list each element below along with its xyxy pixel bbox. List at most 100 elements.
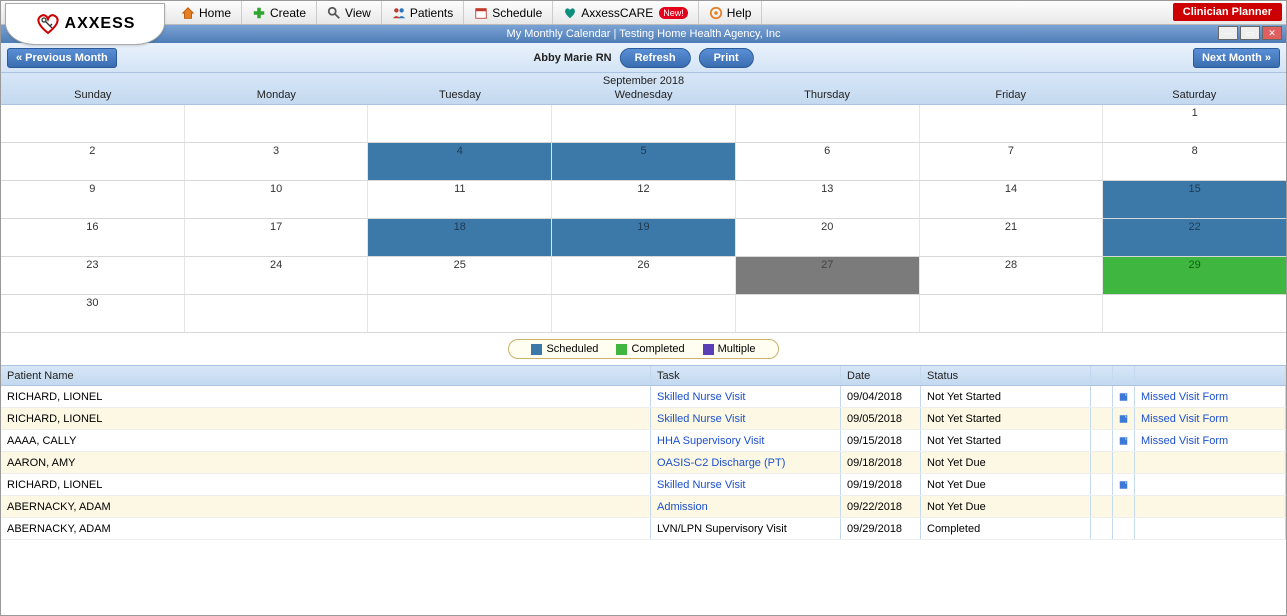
sticky-note-icon [1119,435,1128,447]
day-number: 25 [454,259,466,271]
menu-create[interactable]: Create [242,1,317,24]
cell-date: 09/18/2018 [841,452,921,473]
search-icon [327,6,341,20]
calendar-cell[interactable]: 13 [736,181,920,218]
close-button[interactable]: ✕ [1262,26,1282,40]
cell-note[interactable] [1113,474,1135,495]
calendar-cell[interactable]: 30 [1,295,185,332]
day-number: 20 [821,221,833,233]
cell-note[interactable] [1113,386,1135,407]
calendar-cell[interactable]: 10 [185,181,369,218]
menu-help[interactable]: Help [699,1,763,24]
calendar-cell[interactable]: 3 [185,143,369,180]
brand-text: AXXESS [65,15,136,33]
th-status[interactable]: Status [921,366,1091,385]
day-header: Monday [185,87,369,103]
calendar-cell[interactable]: 11 [368,181,552,218]
cell-status: Not Yet Due [921,452,1091,473]
cell-form-link[interactable]: Missed Visit Form [1141,391,1228,403]
calendar-cell[interactable]: 6 [736,143,920,180]
calendar-cell[interactable]: 14 [920,181,1104,218]
visits-table: Patient Name Task Date Status RICHARD, L… [1,365,1286,540]
calendar-cell[interactable]: 2 [1,143,185,180]
cell-action1 [1091,518,1113,539]
calendar-cell[interactable]: 17 [185,219,369,256]
th-task[interactable]: Task [651,366,841,385]
calendar-cell[interactable]: 18 [368,219,552,256]
cell-task: Skilled Nurse Visit [651,408,841,429]
cell-task: HHA Supervisory Visit [651,430,841,451]
swatch-scheduled [531,344,542,355]
day-number: 9 [89,183,95,195]
menu-view[interactable]: View [317,1,382,24]
calendar-cell[interactable]: 24 [185,257,369,294]
print-button[interactable]: Print [699,48,754,68]
calendar-cell[interactable]: 8 [1103,143,1286,180]
cell-patient: RICHARD, LIONEL [1,408,651,429]
cell-task-link[interactable]: Admission [657,501,708,513]
day-number: 30 [86,297,98,309]
menu-home[interactable]: Home [171,1,242,24]
calendar-cell[interactable]: 26 [552,257,736,294]
calendar-toolbar: « Previous Month Abby Marie RN Refresh P… [1,43,1286,73]
maximize-button[interactable]: ▭ [1240,26,1260,40]
day-number: 3 [273,145,279,157]
day-number: 5 [640,145,646,157]
minimize-button[interactable]: — [1218,26,1238,40]
cell-note [1113,518,1135,539]
calendar-cell[interactable]: 16 [1,219,185,256]
user-label: Abby Marie RN [533,52,611,64]
day-number: 18 [454,221,466,233]
prev-month-button[interactable]: « Previous Month [7,48,117,68]
cell-form: Missed Visit Form [1135,430,1286,451]
cell-form-link[interactable]: Missed Visit Form [1141,435,1228,447]
calendar-cell [736,105,920,142]
cell-task-link[interactable]: Skilled Nurse Visit [657,479,745,491]
calendar-cell[interactable]: 23 [1,257,185,294]
cell-task: Skilled Nurse Visit [651,386,841,407]
cell-date: 09/04/2018 [841,386,921,407]
refresh-button[interactable]: Refresh [620,48,691,68]
next-month-button[interactable]: Next Month » [1193,48,1280,68]
brand-logo: AXXESS [5,3,165,45]
calendar-cell[interactable]: 29 [1103,257,1286,294]
cell-task: LVN/LPN Supervisory Visit [651,518,841,539]
calendar-cell[interactable]: 19 [552,219,736,256]
cell-note[interactable] [1113,408,1135,429]
calendar-cell[interactable]: 4 [368,143,552,180]
top-menu-bar: AXXESS Home Create View Patients Schedul… [1,1,1286,25]
calendar-cell[interactable]: 27 [736,257,920,294]
calendar-cell[interactable]: 20 [736,219,920,256]
calendar-cell[interactable]: 22 [1103,219,1286,256]
cell-patient: RICHARD, LIONEL [1,474,651,495]
calendar-cell[interactable]: 1 [1103,105,1286,142]
cell-form-link[interactable]: Missed Visit Form [1141,413,1228,425]
calendar-cell[interactable]: 25 [368,257,552,294]
calendar-cell[interactable]: 28 [920,257,1104,294]
day-number: 23 [86,259,98,271]
cell-form: Missed Visit Form [1135,408,1286,429]
calendar-cell[interactable]: 12 [552,181,736,218]
day-number: 27 [821,259,833,271]
th-patient[interactable]: Patient Name [1,366,651,385]
cell-note[interactable] [1113,430,1135,451]
cell-note [1113,496,1135,517]
cell-action1 [1091,452,1113,473]
calendar-cell[interactable]: 21 [920,219,1104,256]
cell-task-link[interactable]: Skilled Nurse Visit [657,413,745,425]
menu-axxesscare[interactable]: AxxessCARENew! [553,1,699,24]
cell-task-link[interactable]: OASIS-C2 Discharge (PT) [657,457,785,469]
clinician-planner-button[interactable]: Clinician Planner [1173,3,1282,21]
calendar-cell[interactable]: 15 [1103,181,1286,218]
menu-schedule[interactable]: Schedule [464,1,553,24]
calendar-cell[interactable]: 7 [920,143,1104,180]
cell-task-link[interactable]: HHA Supervisory Visit [657,435,764,447]
calendar-cell[interactable]: 9 [1,181,185,218]
calendar-cell[interactable]: 5 [552,143,736,180]
day-number: 26 [637,259,649,271]
menu-patients[interactable]: Patients [382,1,464,24]
home-icon [181,6,195,20]
th-date[interactable]: Date [841,366,921,385]
cell-task-link[interactable]: Skilled Nurse Visit [657,391,745,403]
people-icon [392,6,406,20]
